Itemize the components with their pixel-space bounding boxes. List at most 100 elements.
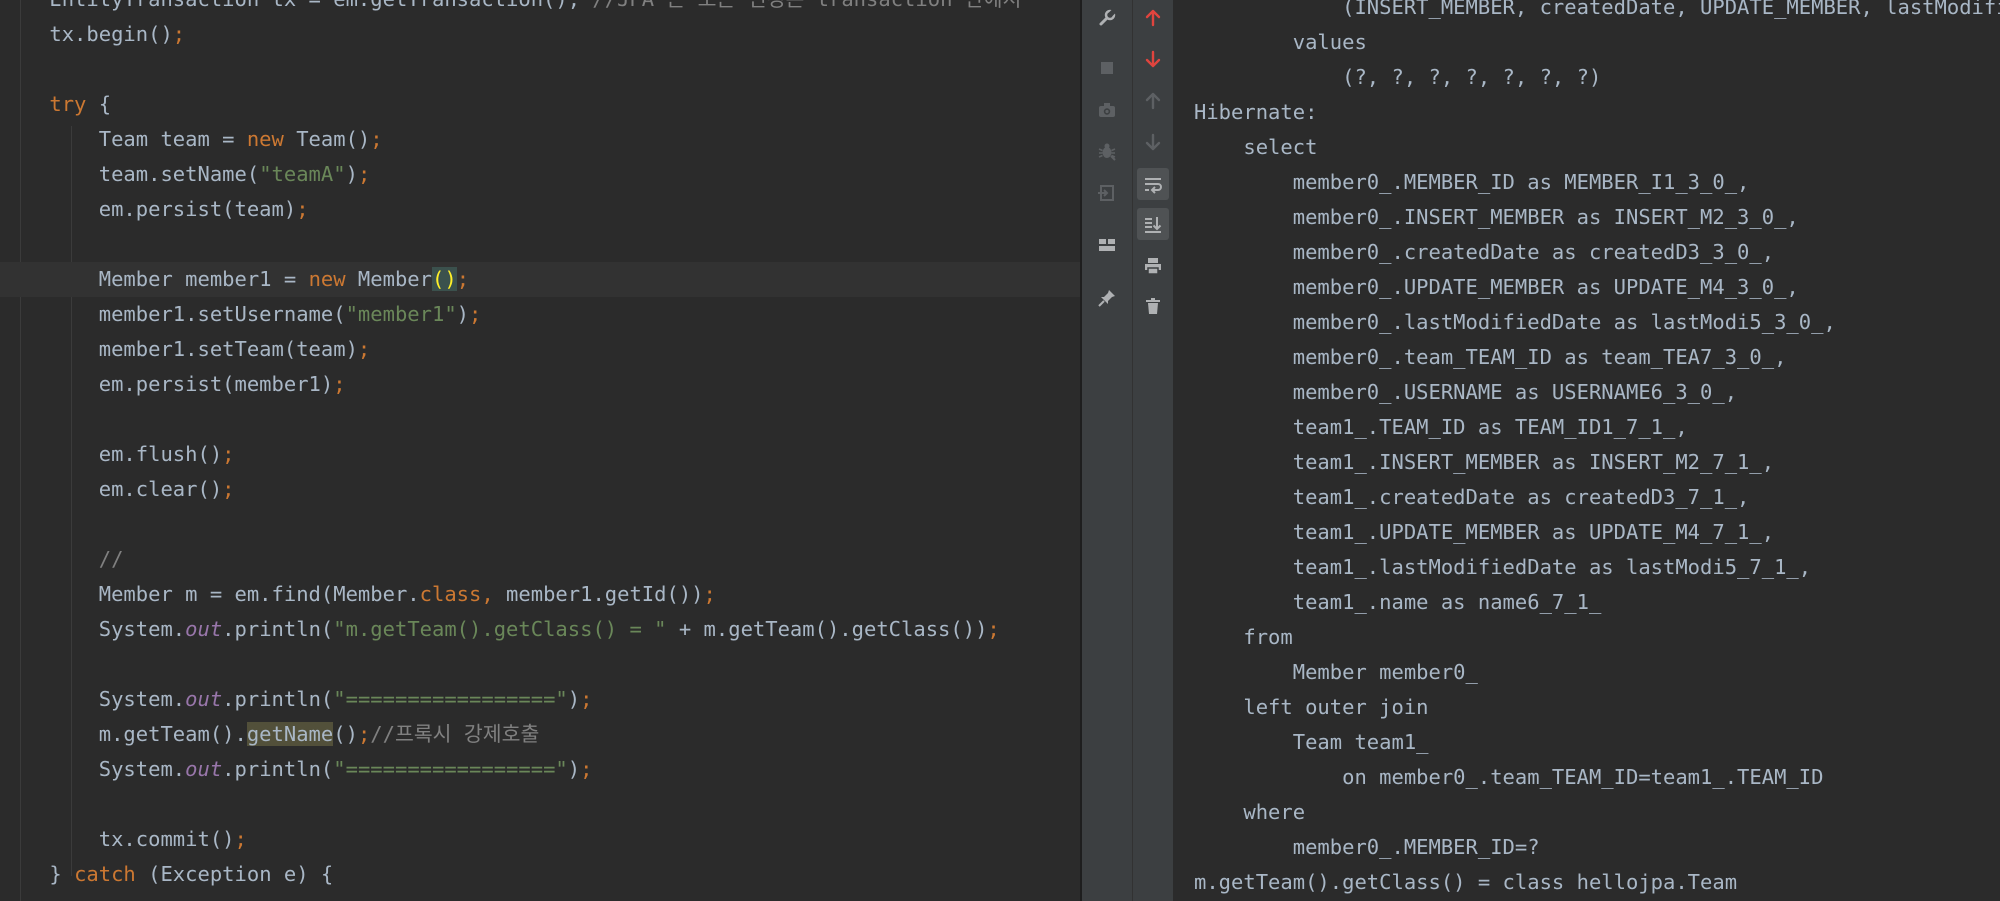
code-token: "=================" xyxy=(333,687,568,711)
code-token: , xyxy=(481,582,507,606)
code-line[interactable]: EntityTransaction tx = em.getTransaction… xyxy=(0,0,1080,17)
code-token: .println( xyxy=(222,757,334,781)
code-line[interactable]: team.setName("teamA"); xyxy=(0,157,1080,192)
code-text: Member m = em.find(Member.class, member1… xyxy=(0,577,716,612)
scroll-to-end-icon[interactable] xyxy=(1133,206,1173,242)
console-output-line: (INSERT_MEMBER, createdDate, UPDATE_MEMB… xyxy=(1342,0,2000,19)
pin-icon[interactable] xyxy=(1082,280,1132,316)
code-line[interactable] xyxy=(0,507,1080,542)
next-occurrence-icon xyxy=(1133,124,1173,160)
console-output-line: team1_.INSERT_MEMBER as INSERT_M2_7_1_, xyxy=(1194,450,1775,474)
console-output-line: values xyxy=(1194,30,1367,54)
code-line[interactable]: System.out.println("================="); xyxy=(0,682,1080,717)
code-token: // xyxy=(0,547,124,571)
code-token: ) xyxy=(345,162,358,186)
code-token: System. xyxy=(0,757,186,781)
code-line[interactable]: m.getTeam().getName();//프록시 강제호출 xyxy=(0,717,1080,752)
code-line[interactable]: em.clear(); xyxy=(0,472,1080,507)
code-token: "member1" xyxy=(345,302,457,326)
code-text: Team team = new Team(); xyxy=(0,122,383,157)
code-line[interactable]: em.persist(team); xyxy=(0,192,1080,227)
code-token: ; xyxy=(296,197,309,221)
code-token: class xyxy=(419,582,482,606)
console-output-line: member0_.lastModifiedDate as lastModi5_3… xyxy=(1194,310,1836,334)
trash-icon[interactable] xyxy=(1133,288,1173,324)
code-line[interactable]: } catch (Exception e) { xyxy=(0,857,1080,892)
code-token: member1.getId()) xyxy=(506,582,704,606)
code-text: tx.commit(); xyxy=(0,822,247,857)
code-token: member1.setUsername( xyxy=(0,302,346,326)
code-text: Member member1 = new Member(); xyxy=(0,262,469,297)
soft-wrap-icon[interactable] xyxy=(1133,166,1173,202)
code-line[interactable]: Member m = em.find(Member.class, member1… xyxy=(0,577,1080,612)
code-line[interactable]: System.out.println("m.getTeam().getClass… xyxy=(0,612,1080,647)
code-token: Team team = xyxy=(0,127,247,151)
code-token: m.getTeam(). xyxy=(0,722,247,746)
stop-glyph xyxy=(1101,62,1113,74)
code-line[interactable]: em.flush(); xyxy=(0,437,1080,472)
code-token: ; xyxy=(333,372,346,396)
code-token: Member m = em.find(Member. xyxy=(0,582,420,606)
code-line[interactable] xyxy=(0,647,1080,682)
console-output-line: from xyxy=(1194,625,1293,649)
console-output-line: member0_.MEMBER_ID=? xyxy=(1194,835,1540,859)
console-output-line: (?, ?, ?, ?, ?, ?, ?) xyxy=(1194,65,1602,89)
code-editor[interactable]: EntityTransaction tx = em.getTransaction… xyxy=(0,0,1080,901)
arrow-down-glyph xyxy=(1145,50,1161,68)
code-text: tx.begin(); xyxy=(0,17,185,52)
code-line[interactable] xyxy=(0,52,1080,87)
code-line[interactable]: member1.setTeam(team); xyxy=(0,332,1080,367)
code-token: em.persist(team) xyxy=(0,197,297,221)
code-token: try xyxy=(49,92,87,116)
code-text: em.persist(member1); xyxy=(0,367,346,402)
code-line[interactable]: tx.begin(); xyxy=(0,17,1080,52)
exit-icon xyxy=(1082,175,1132,211)
console-output-line: member0_.MEMBER_ID as MEMBER_I1_3_0_, xyxy=(1194,170,1750,194)
layout-icon[interactable] xyxy=(1082,227,1132,263)
code-token: ; xyxy=(580,687,593,711)
wrench-glyph xyxy=(1099,8,1117,26)
code-token: new xyxy=(308,267,346,291)
up-stack-trace-icon[interactable] xyxy=(1133,0,1173,36)
code-token: (Exception e) { xyxy=(135,862,334,886)
print-glyph xyxy=(1145,258,1161,275)
code-token: //프록시 강제호출 xyxy=(370,722,540,746)
code-line[interactable] xyxy=(0,227,1080,262)
arrow-up-glyph xyxy=(1145,9,1161,27)
code-line[interactable]: tx.commit(); xyxy=(0,822,1080,857)
settings-wrench-icon[interactable] xyxy=(1082,0,1132,36)
code-token: Team() xyxy=(283,127,371,151)
code-token: out xyxy=(185,757,223,781)
code-line[interactable]: em.persist(member1); xyxy=(0,367,1080,402)
camera-glyph xyxy=(1099,103,1115,117)
code-token: ) xyxy=(456,302,470,326)
run-console-output[interactable]: (INSERT_MEMBER, createdDate, UPDATE_MEMB… xyxy=(1174,0,2000,901)
code-text: // xyxy=(0,542,124,577)
wrap-glyph xyxy=(1145,178,1162,194)
console-output-line: select xyxy=(1194,135,1318,159)
console-output-line: m.getTeam().getClass() = class hellojpa.… xyxy=(1194,870,1738,894)
down-stack-trace-icon[interactable] xyxy=(1133,41,1173,77)
code-line[interactable]: try { xyxy=(0,87,1080,122)
previous-occurrence-icon xyxy=(1133,83,1173,119)
print-icon[interactable] xyxy=(1133,248,1173,284)
code-line[interactable]: Team team = new Team(); xyxy=(0,122,1080,157)
console-output-line: on member0_.team_TEAM_ID=team1_.TEAM_ID xyxy=(1194,765,1836,789)
debug-bug-icon xyxy=(1082,133,1132,169)
code-token: () xyxy=(333,722,358,746)
console-output-line: Team team1_ xyxy=(1194,730,1441,754)
code-token: //JPA 는 모든 변경은 transaction 안에서 xyxy=(592,0,1021,11)
code-line[interactable] xyxy=(0,787,1080,822)
code-line[interactable]: Member member1 = new Member(); xyxy=(0,262,1080,297)
console-output-line: team1_.UPDATE_MEMBER as UPDATE_M4_7_1_, xyxy=(1194,520,1775,544)
code-token: Member member1 = xyxy=(0,267,309,291)
code-line[interactable]: System.out.println("================="); xyxy=(0,752,1080,787)
code-token: ; xyxy=(222,442,235,466)
code-line[interactable]: // xyxy=(0,542,1080,577)
code-token: getName xyxy=(246,722,334,746)
console-output-line: member0_.INSERT_MEMBER as INSERT_M2_3_0_… xyxy=(1194,205,1799,229)
code-line[interactable]: member1.setUsername("member1"); xyxy=(0,297,1080,332)
code-token: tx.begin() xyxy=(0,22,173,46)
code-line[interactable] xyxy=(0,402,1080,437)
